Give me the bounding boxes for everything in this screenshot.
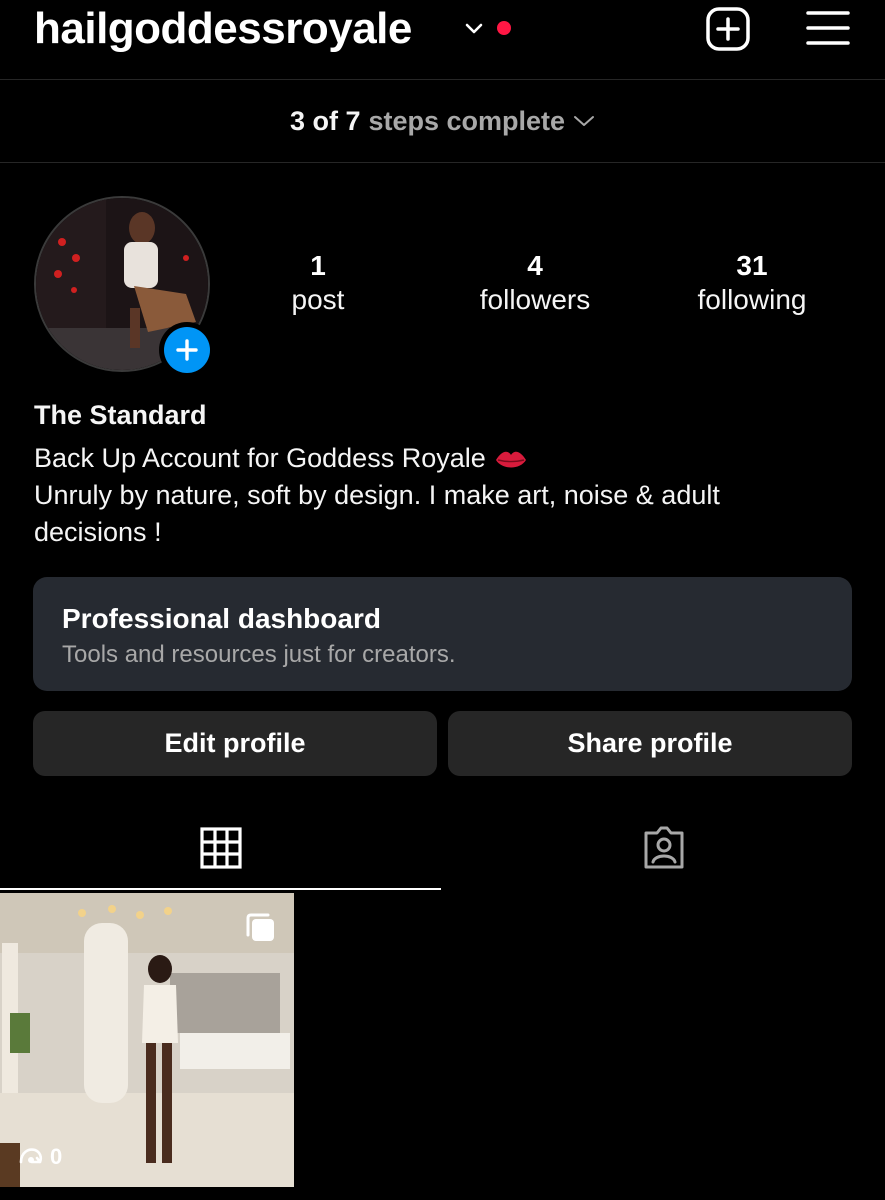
active-tab-indicator (0, 888, 441, 890)
plus-icon (176, 339, 198, 361)
share-profile-button[interactable]: Share profile (448, 711, 852, 776)
chevron-down-icon (574, 116, 595, 126)
bio-line-1-text: Back Up Account for Goddess Royale (34, 443, 486, 473)
followers-label: followers (479, 284, 591, 315)
hamburger-icon[interactable] (806, 9, 850, 47)
lips-emoji-icon (495, 451, 526, 468)
dashboard-subtitle: Tools and resources just for creators. (62, 641, 456, 668)
post-views: 0 (18, 1144, 62, 1170)
steps-progress[interactable]: 3 of 7 steps complete (0, 80, 885, 162)
tagged-icon (644, 826, 684, 869)
post-views-count: 0 (50, 1144, 63, 1169)
followers-count: 4 (527, 250, 543, 281)
posts-label: post (291, 284, 345, 315)
username-header[interactable]: hailgoddessroyale (34, 4, 412, 54)
add-story-button[interactable] (159, 322, 215, 378)
edit-profile-button[interactable]: Edit profile (33, 711, 437, 776)
steps-divider (0, 162, 885, 163)
steps-label: steps complete (368, 105, 566, 136)
grid-icon (200, 827, 242, 869)
bio-line-2: Unruly by nature, soft by design. I make… (34, 480, 720, 547)
multiple-posts-icon (246, 913, 274, 941)
posts-count: 1 (310, 250, 326, 281)
steps-count: 3 of 7 (289, 105, 361, 136)
dashboard-title: Professional dashboard (62, 603, 381, 634)
stat-following[interactable]: 31 following (662, 250, 842, 316)
display-name: The Standard (34, 400, 207, 430)
professional-dashboard-card[interactable]: Professional dashboard Tools and resourc… (33, 577, 852, 691)
notification-dot (497, 21, 511, 35)
views-icon (19, 1148, 43, 1164)
stat-followers[interactable]: 4 followers (445, 250, 625, 316)
tab-tagged[interactable] (443, 806, 885, 890)
plus-square-icon[interactable] (705, 6, 751, 52)
bio-line-1: Back Up Account for Goddess Royale (34, 440, 834, 477)
following-count: 31 (736, 250, 768, 281)
chevron-down-icon[interactable] (464, 22, 484, 36)
stat-posts[interactable]: 1 post (228, 250, 408, 316)
following-label: following (697, 284, 807, 315)
tab-grid[interactable] (0, 806, 442, 890)
top-bar: hailgoddessroyale (0, 0, 885, 78)
bio: Back Up Account for Goddess Royale Unrul… (34, 440, 834, 551)
